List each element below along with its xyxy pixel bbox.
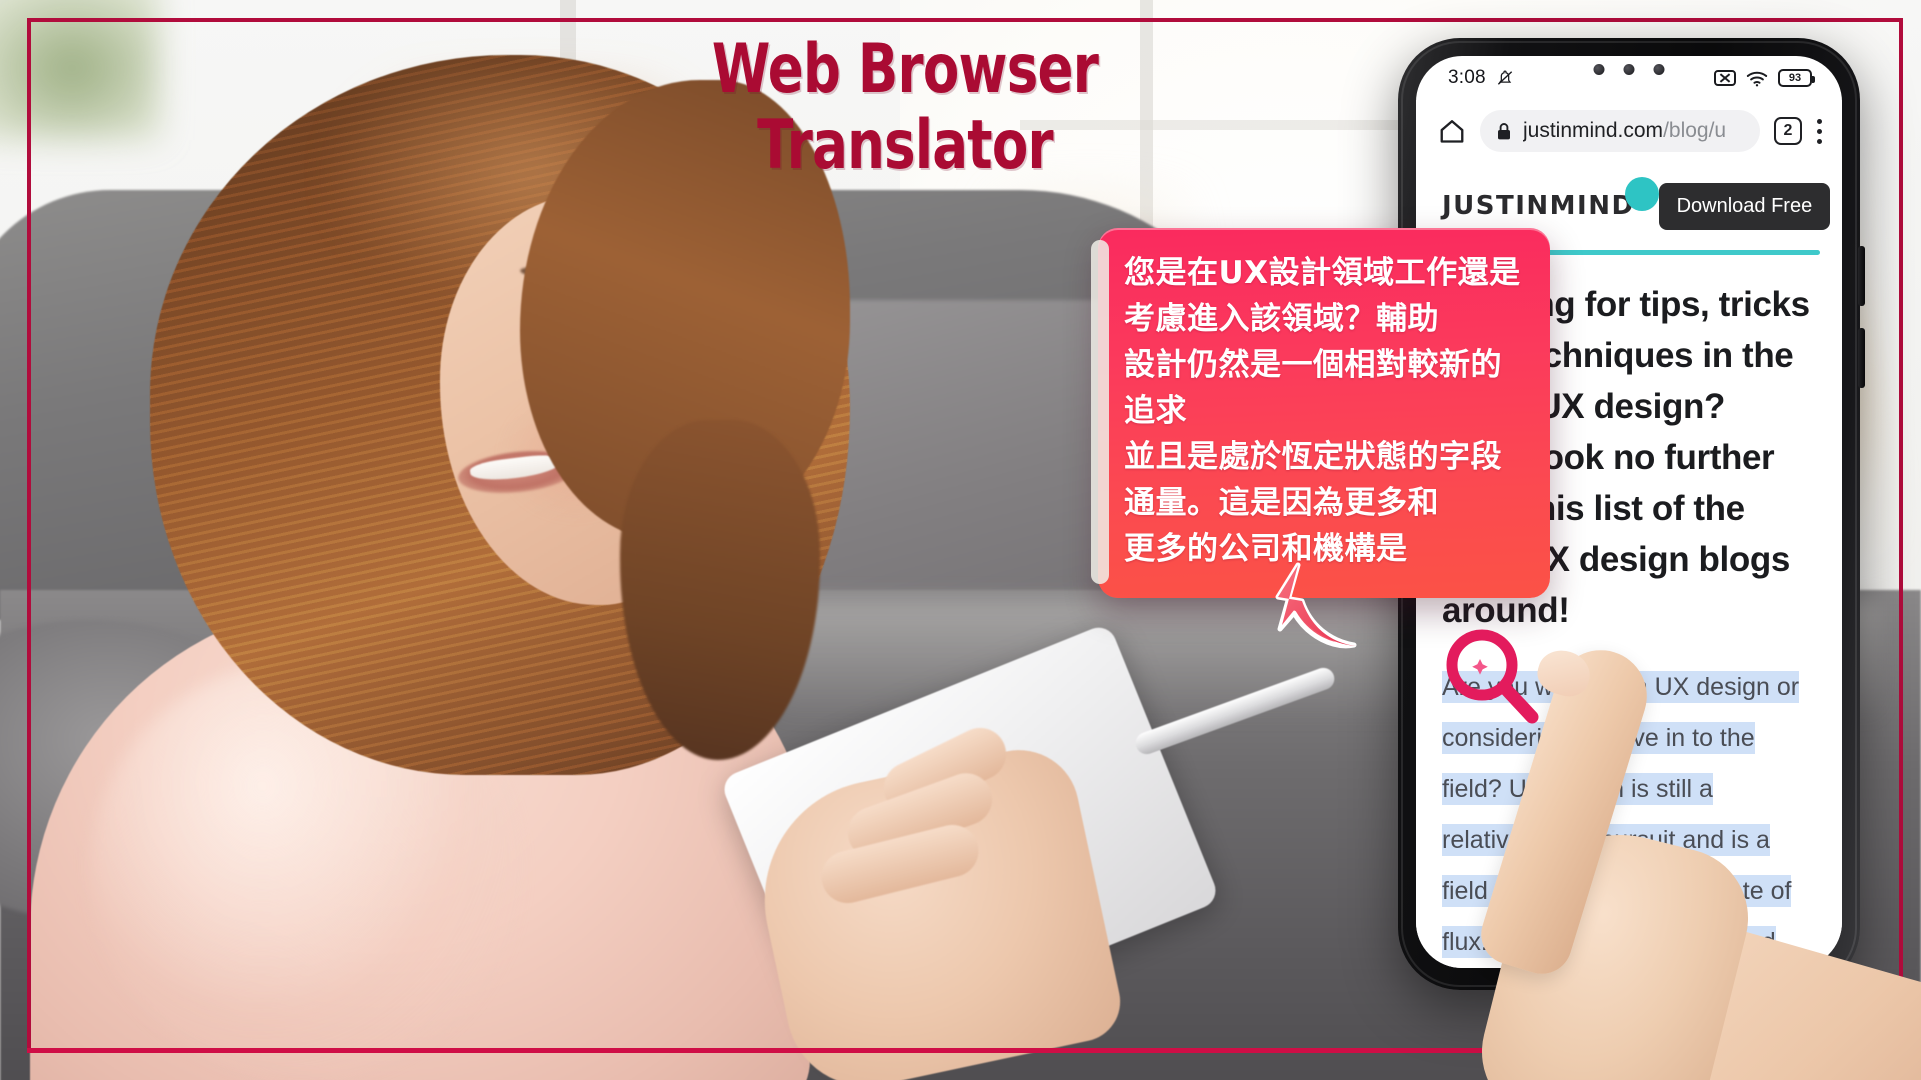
page-title-line-1: Web Browser [711,30,1099,109]
wifi-icon [1746,71,1768,86]
kebab-dot [1816,128,1822,134]
kebab-dot [1816,118,1822,124]
curved-arrow-up-left-icon [1275,562,1357,649]
blurred-plant [0,0,160,140]
battery-indicator: 93 [1778,69,1815,87]
status-bar-right: 93 [1714,69,1815,87]
page-title: Web Browser Translator [585,32,1225,184]
phone-sensor-dot [1653,64,1665,75]
brand-name: JUSTINMIND [1442,191,1635,221]
home-icon[interactable] [1438,117,1466,145]
download-free-button[interactable]: Download Free [1658,182,1831,230]
lock-icon [1498,122,1510,139]
bell-muted-icon [1497,70,1512,85]
phone-volume-down-button[interactable] [1858,328,1865,388]
tab-count-button[interactable]: 2 [1774,117,1802,145]
site-logo[interactable]: JUSTINMIND [1442,177,1659,221]
url-bar[interactable]: justinmind.com/blog/u [1480,110,1760,152]
magnifying-glass-icon [1446,629,1539,724]
browser-toolbar: justinmind.com/blog/u 2 [1416,100,1842,162]
kebab-menu-icon[interactable] [1816,118,1822,144]
phone-sensor-cluster [1593,64,1665,75]
url-path: /blog/u [1663,119,1727,142]
status-bar-left: 3:08 [1448,67,1515,89]
battery-percentage: 93 [1788,72,1802,84]
phone-camera-dot [1623,64,1635,75]
kebab-dot [1816,138,1822,144]
teal-dot-icon [1624,177,1659,211]
no-sim-icon [1714,70,1736,86]
phone-volume-up-button[interactable] [1858,246,1865,306]
translation-tooltip: 您是在UX設計領域工作還是 考慮進入該領域？輔助 設計仍然是一個相對較新的追求 … [1091,228,1550,598]
status-bar: 3:08 93 [1416,56,1842,100]
poster-bottom-accent-line [27,1048,1903,1053]
status-bar-clock: 3:08 [1448,67,1486,88]
poster-canvas: Web Browser Translator 3:08 93 justinmin… [0,0,1921,1080]
phone-sensor-dot [1593,64,1605,75]
header-actions: Download Free [1658,182,1842,230]
translated-text: 您是在UX設計領域工作還是 考慮進入該領域？輔助 設計仍然是一個相對較新的追求 … [1124,255,1521,567]
url-domain: justinmind.com [1523,119,1664,142]
page-title-line-2: Translator [757,106,1054,185]
url-text: justinmind.com/blog/u [1523,119,1726,143]
